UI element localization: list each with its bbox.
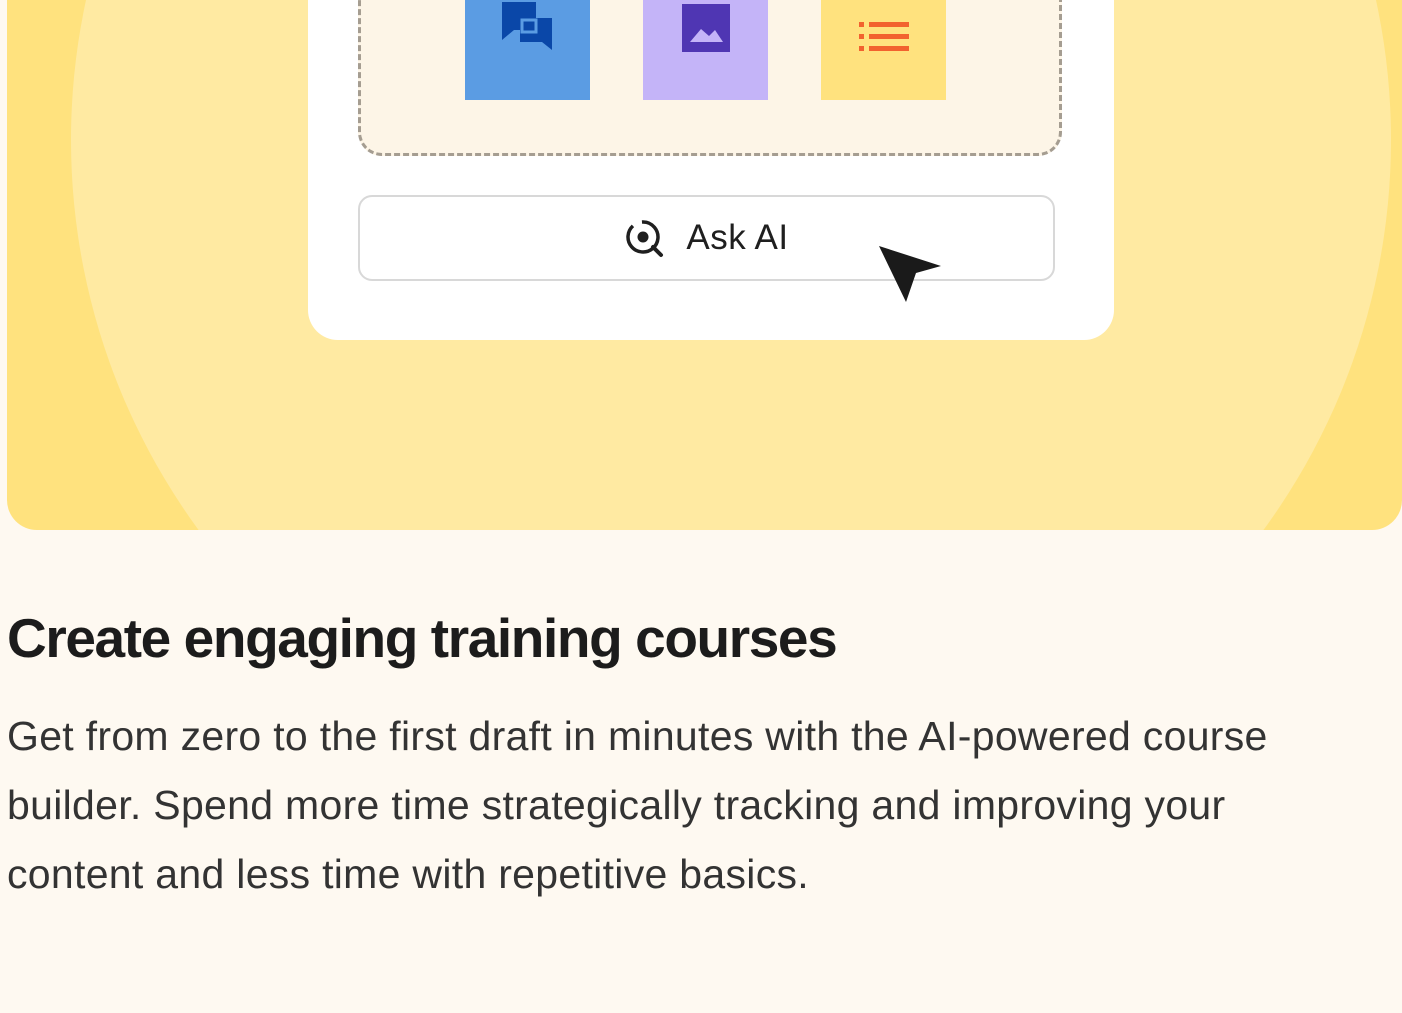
list-icon [858,22,909,51]
ask-ai-button[interactable]: Ask AI [358,195,1055,281]
image-icon [681,4,730,52]
mouse-pointer-icon [879,246,941,302]
chat-block-tile[interactable] [465,0,590,100]
content-dropzone[interactable] [358,0,1062,156]
ai-search-icon [626,220,664,257]
course-builder-card: Ask AI [308,0,1114,340]
section-title: Create engaging training courses [7,607,838,669]
hero-illustration: Ask AI [7,0,1402,530]
ask-ai-label: Ask AI [686,218,789,257]
chat-bubbles-icon [501,2,552,50]
image-block-tile[interactable] [643,0,768,100]
list-block-tile[interactable] [821,0,946,100]
section-description: Get from zero to the first draft in minu… [7,713,1268,897]
page: Ask AI Create engaging training courses … [0,0,1402,1013]
